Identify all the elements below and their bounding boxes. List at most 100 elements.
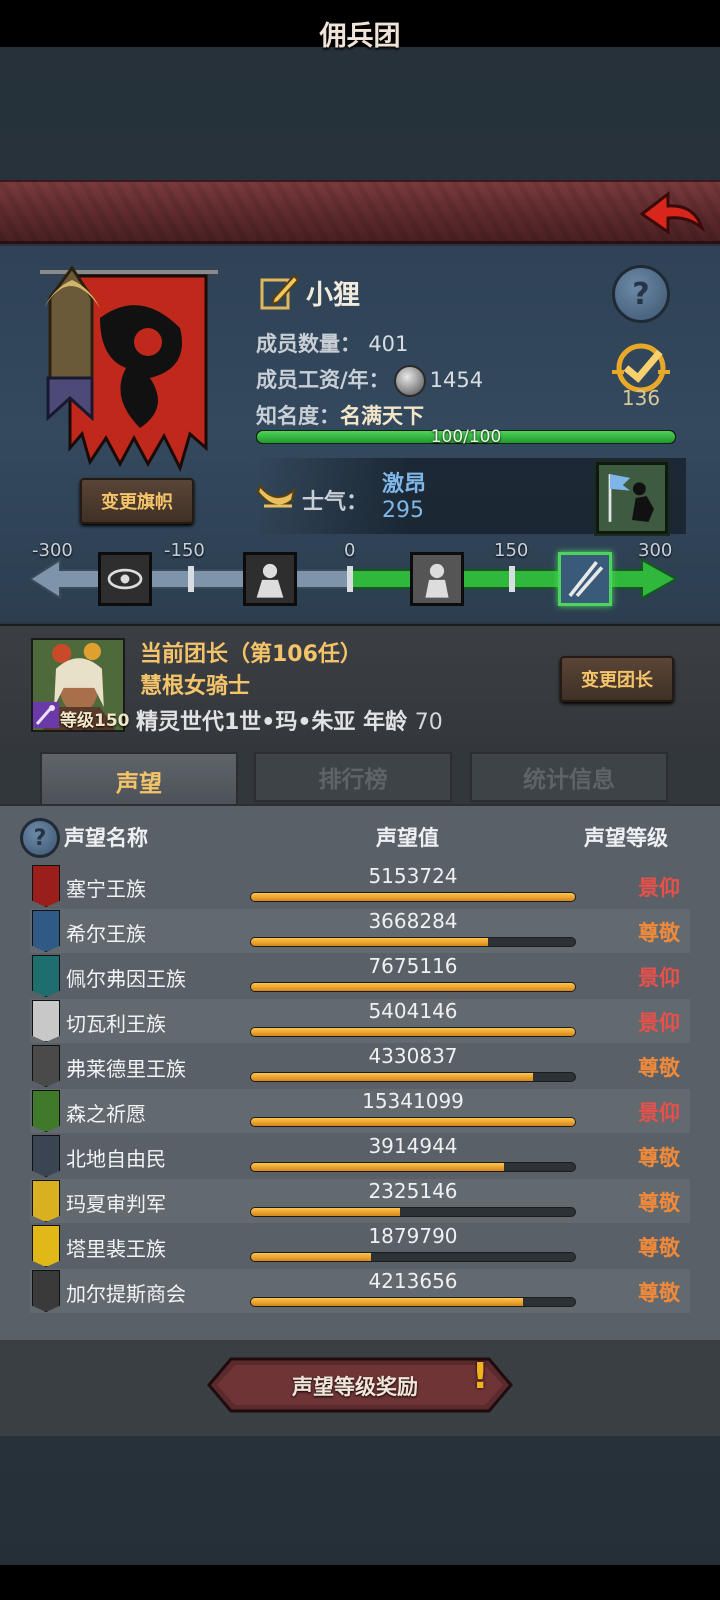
faction-name: 玛夏审判军 [66,1192,166,1216]
fame-label: 知名度： [256,404,340,428]
company-name-row: 小狸 [260,270,360,314]
tab-statistics[interactable]: 统计信息 [470,752,668,802]
table-row[interactable]: 加尔提斯商会 4213656 尊敬 [30,1269,690,1313]
reward-button-label: 声望等级奖励 [292,1375,418,1399]
faction-crest-icon [32,1135,60,1177]
reputation-progress-bar [250,1072,576,1082]
table-row[interactable]: 塔里裴王族 1879790 尊敬 [30,1224,690,1268]
salary-label: 成员工资/年： [256,368,390,392]
faction-crest-icon [32,1000,60,1042]
reputation-progress-fill [251,893,575,901]
faction-crest-icon [32,1090,60,1132]
table-row[interactable]: 森之祈愿 15341099 景仰 [30,1089,690,1133]
reputation-value: 3914944 [368,1134,458,1158]
reputation-level: 尊敬 [638,921,680,945]
morale-value: 295 [382,498,424,523]
faction-name: 切瓦利王族 [66,1012,166,1036]
reputation-value: 5153724 [368,864,458,888]
reputation-level: 景仰 [638,966,680,990]
edit-name-icon[interactable] [260,272,300,312]
member-count-value: 401 [368,332,409,356]
reputation-progress-fill [251,1118,575,1126]
morale-despair-eye-icon [98,552,152,606]
column-header-level: 声望等级 [584,826,668,850]
faction-crest-icon [32,1045,60,1087]
faction-crest-icon [32,955,60,997]
tab-ranking[interactable]: 排行榜 [254,752,452,802]
faction-name: 塔里裴王族 [66,1237,166,1261]
leader-age-value: 70 [414,710,443,735]
table-row[interactable]: 北地自由民 3914944 尊敬 [30,1134,690,1178]
faction-name: 希尔王族 [66,922,146,946]
reputation-level: 尊敬 [638,1281,680,1305]
morale-label: 士气： [302,490,369,515]
reputation-progress-bar [250,982,576,992]
reputation-progress-bar [250,937,576,947]
faction-name: 森之祈愿 [66,1102,146,1126]
page-title: 佣兵团 [319,21,401,52]
table-row[interactable]: 佩尔弗因王族 7675116 景仰 [30,954,690,998]
reputation-progress-bar [250,1162,576,1172]
table-row[interactable]: 弗莱德里王族 4330837 尊敬 [30,1044,690,1088]
reputation-progress-bar [250,1297,576,1307]
morale-flag-warrior-icon[interactable] [596,462,668,534]
silver-coin-icon [393,365,426,397]
fame: 知名度：名满天下 [256,400,424,430]
reputation-value: 5404146 [368,999,458,1023]
reputation-progress-fill [251,1028,575,1036]
help-question-icon[interactable]: ? [612,265,670,323]
member-count-label: 成员数量： [256,332,361,356]
faction-crest-icon [32,1225,60,1267]
change-flag-button[interactable]: 变更旗帜 [80,478,194,524]
reputation-progress-fill [251,1208,401,1216]
table-row[interactable]: 玛夏审判军 2325146 尊敬 [30,1179,690,1223]
faction-name: 北地自由民 [66,1147,166,1171]
company-banner [40,265,218,473]
leader-info: 精灵世代1世•玛•朱亚 年龄 70 [136,704,443,736]
faction-name: 佩尔弗因王族 [66,967,186,991]
morale-state: 激昂 [382,472,427,497]
faction-name: 弗莱德里王族 [66,1057,186,1081]
faction-name: 塞宁王族 [66,877,146,901]
reputation-level: 尊敬 [638,1146,680,1170]
leader-level: 等级150 [60,711,130,731]
achievement-count: 136 [621,386,661,410]
faction-crest-icon [32,1270,60,1312]
reputation-progress-fill [251,1298,524,1306]
reputation-value: 2325146 [368,1179,458,1203]
reputation-value: 3668284 [368,909,458,933]
salary-value: 1454 [429,368,484,392]
table-row[interactable]: 切瓦利王族 5404146 景仰 [30,999,690,1043]
reputation-progress-fill [251,1163,504,1171]
member-count: 成员数量： 401 [256,328,408,358]
horn-icon [256,483,296,508]
reputation-progress-bar [250,892,576,902]
morale-calm-icon [410,552,464,606]
reputation-progress-bar [250,1207,576,1217]
reputation-level: 尊敬 [638,1056,680,1080]
reputation-progress-fill [251,983,575,991]
member-salary: 成员工资/年： 1454 [256,364,483,397]
reputation-value: 7675116 [368,954,458,978]
leader-age-label: 年龄 [363,710,408,735]
leader-title: 当前团长（第106任） [140,642,362,667]
column-header-name: 声望名称 [64,826,148,850]
table-row[interactable]: 塞宁王族 5153724 景仰 [30,864,690,908]
faction-crest-icon [32,865,60,907]
reputation-value: 1879790 [368,1224,458,1248]
reputation-progress-bar [250,1027,576,1037]
reputation-progress-bar [250,1252,576,1262]
tab-reputation[interactable]: 声望 [40,752,238,808]
back-arrow-icon[interactable] [638,188,706,238]
morale-inspired-icon [558,552,612,606]
reputation-value: 4330837 [368,1044,458,1068]
table-help-question-icon[interactable]: ? [20,818,60,858]
faction-name: 加尔提斯商会 [66,1282,186,1306]
company-name: 小狸 [306,279,360,311]
table-row[interactable]: 希尔王族 3668284 尊敬 [30,909,690,953]
reputation-progress-bar [250,1117,576,1127]
reputation-level: 尊敬 [638,1236,680,1260]
leader-name: 精灵世代1世•玛•朱亚 [136,710,356,735]
fame-progress-text: 100/100 [430,427,502,447]
change-leader-button[interactable]: 变更团长 [560,656,674,702]
